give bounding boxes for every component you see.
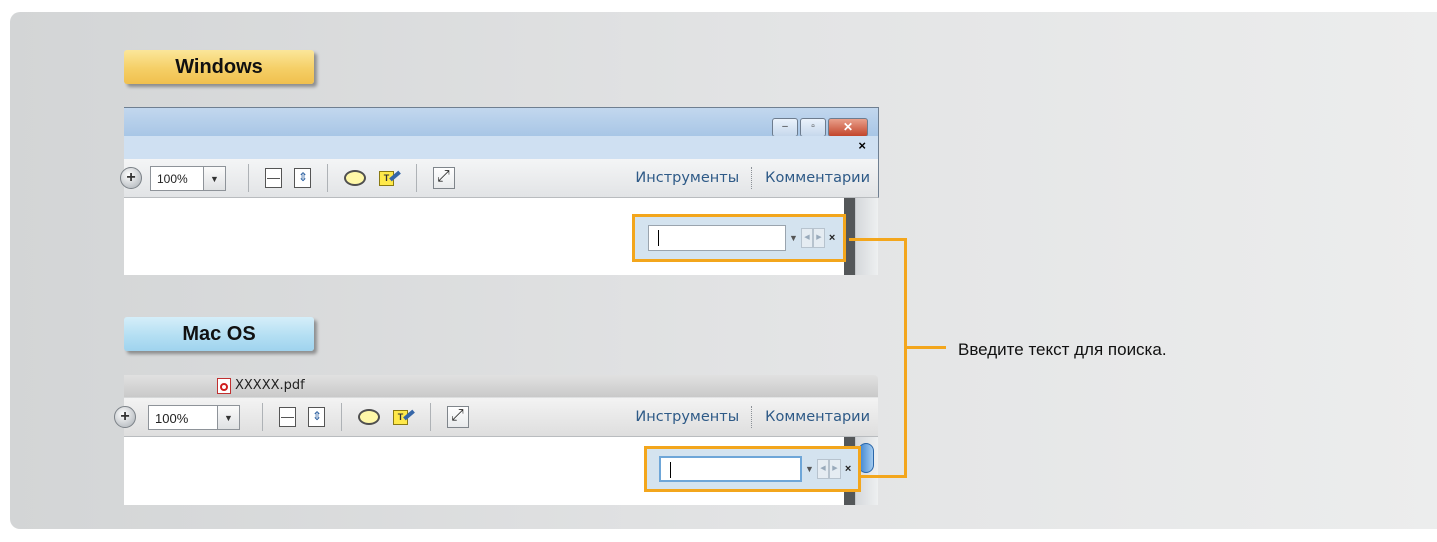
callout-text: Введите текст для поиска. (958, 340, 1167, 359)
windows-label: Windows (124, 50, 314, 84)
toolbar-divider (262, 403, 263, 431)
find-bar: ▼ ◀ ▶ × (644, 446, 861, 492)
windows-acrobat-window: – ▫ ✕ × + 100% ▼ T Инструменты Комментар… (120, 107, 879, 275)
tools-pane-button[interactable]: Инструменты (627, 409, 747, 425)
callout-line-top (849, 238, 906, 241)
close-document-button[interactable]: × (858, 138, 866, 153)
find-close-button[interactable]: × (845, 463, 851, 475)
zoom-dropdown-button[interactable]: ▼ (204, 165, 226, 191)
find-options-dropdown[interactable]: ▼ (789, 233, 798, 243)
find-previous-button[interactable]: ◀ (800, 228, 813, 248)
fit-page-icon[interactable] (308, 407, 325, 427)
find-close-button[interactable]: × (829, 232, 835, 244)
vertical-scrollbar[interactable] (855, 198, 878, 275)
highlight-note-icon[interactable]: T (392, 407, 415, 427)
close-button[interactable]: ✕ (828, 118, 868, 137)
toolbar-divider (327, 164, 328, 192)
toolbar: + 100% ▼ T Инструменты Комментарии (120, 159, 879, 198)
fullscreen-icon[interactable] (447, 406, 469, 428)
pane-divider (751, 167, 753, 189)
comments-pane-button[interactable]: Комментарии (757, 409, 878, 425)
toolbar-divider (416, 164, 417, 192)
tools-pane-button[interactable]: Инструменты (627, 170, 747, 186)
fit-page-icon[interactable] (294, 168, 311, 188)
zoom-in-button[interactable]: + (120, 167, 142, 189)
zoom-input[interactable]: 100% (150, 165, 204, 191)
toolbar: + 100% ▼ T Инструменты Комментарии (114, 398, 878, 437)
toolbar-panes: Инструменты Комментарии (627, 406, 878, 428)
toolbar-divider (341, 403, 342, 431)
document-bar: × (124, 136, 879, 159)
mac-label: Mac OS (124, 317, 314, 351)
find-input[interactable] (648, 225, 786, 251)
find-previous-button[interactable]: ◀ (816, 459, 829, 479)
comments-pane-button[interactable]: Комментарии (757, 170, 878, 186)
fit-width-icon[interactable] (265, 168, 282, 188)
pdf-file-icon (217, 378, 231, 394)
window-controls: – ▫ ✕ (770, 118, 868, 137)
zoom-in-button[interactable]: + (114, 406, 136, 428)
fit-width-icon[interactable] (279, 407, 296, 427)
pane-divider (751, 406, 753, 428)
minimize-button[interactable]: – (772, 118, 798, 137)
zoom-dropdown-button[interactable]: ▼ (218, 404, 240, 430)
callout-line-bottom (860, 475, 907, 478)
mac-acrobat-window: XXXXX.pdf + 100% ▼ T Инструменты Коммент… (114, 375, 878, 505)
callout-line-vertical (904, 238, 907, 478)
find-options-dropdown[interactable]: ▼ (805, 464, 814, 474)
window-title-bar: XXXXX.pdf (124, 375, 878, 397)
toolbar-panes: Инструменты Комментарии (627, 167, 878, 189)
window-title: XXXXX.pdf (235, 378, 305, 393)
zoom-input[interactable]: 100% (148, 404, 218, 430)
comment-icon[interactable] (344, 170, 366, 186)
comment-icon[interactable] (358, 409, 380, 425)
maximize-button[interactable]: ▫ (800, 118, 826, 137)
toolbar-divider (248, 164, 249, 192)
window-title-bar: – ▫ ✕ (124, 107, 879, 137)
find-next-button[interactable]: ▶ (828, 459, 841, 479)
find-next-button[interactable]: ▶ (812, 228, 825, 248)
find-bar: ▼ ◀ ▶ × (632, 214, 846, 262)
callout-line-pointer (906, 346, 946, 349)
toolbar-divider (430, 403, 431, 431)
find-input[interactable] (659, 456, 802, 482)
highlight-note-icon[interactable]: T (378, 168, 401, 188)
fullscreen-icon[interactable] (433, 167, 455, 189)
